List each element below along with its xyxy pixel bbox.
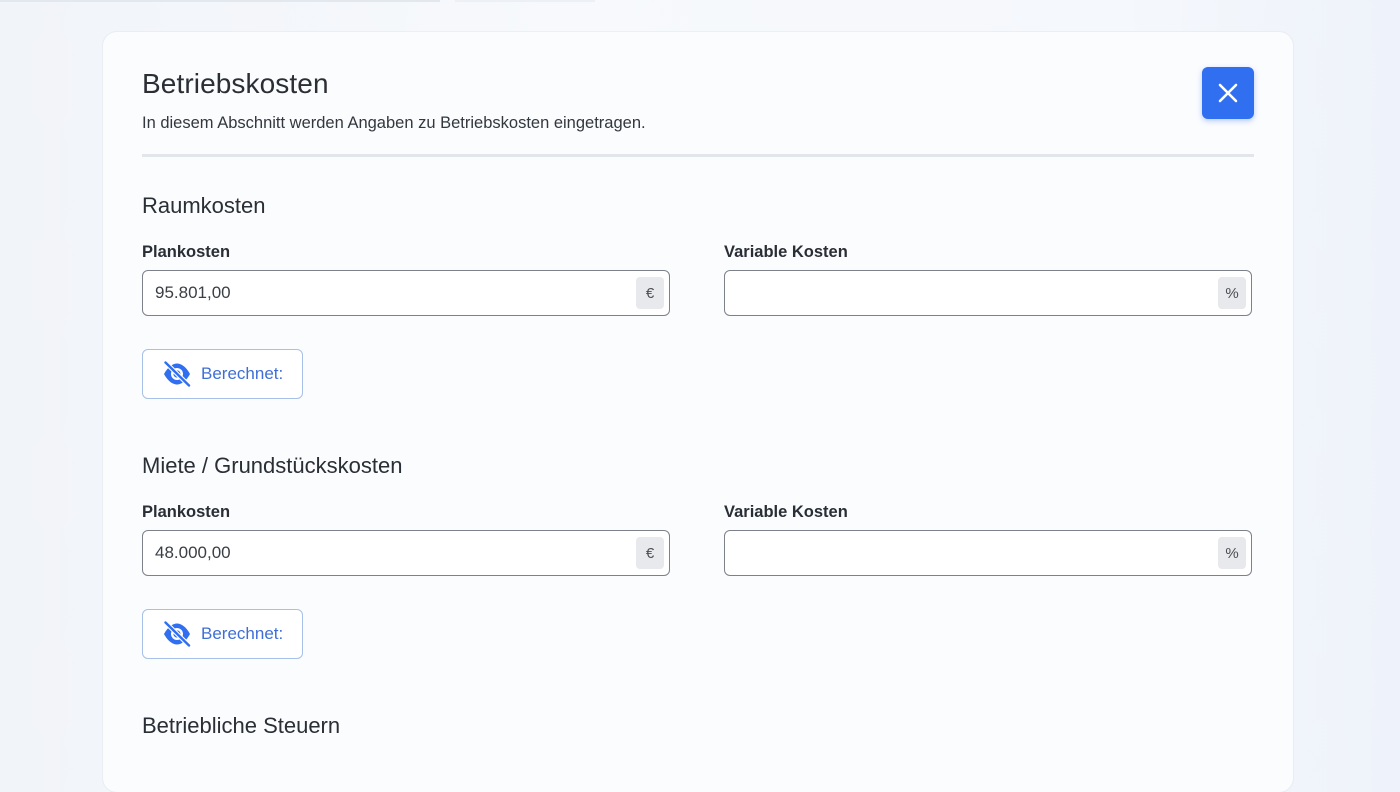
percent-unit-badge: % xyxy=(1218,277,1246,309)
dialog-card: Betriebskosten In diesem Abschnitt werde… xyxy=(103,32,1293,792)
header-divider xyxy=(142,154,1254,157)
dialog-subtitle: In diesem Abschnitt werden Angaben zu Be… xyxy=(142,114,646,132)
berechnet-label: Berechnet: xyxy=(201,364,284,383)
percent-unit-badge: % xyxy=(1218,537,1246,569)
plankosten-field: € xyxy=(142,270,670,316)
plankosten-label: Plankosten xyxy=(142,503,231,521)
variable-kosten-label: Variable Kosten xyxy=(724,243,848,261)
variable-kosten-input[interactable] xyxy=(725,531,1205,575)
section-title-miete: Miete / Grundstückskosten xyxy=(142,453,403,478)
berechnet-toggle-button[interactable]: Berechnet: xyxy=(142,609,303,659)
plankosten-label: Plankosten xyxy=(142,243,231,261)
euro-unit-badge: € xyxy=(636,277,664,309)
dialog-title: Betriebskosten xyxy=(142,68,329,99)
section-title-raumkosten: Raumkosten xyxy=(142,193,266,218)
berechnet-label: Berechnet: xyxy=(201,624,284,643)
variable-kosten-field: % xyxy=(724,530,1252,576)
top-edge-line xyxy=(0,0,440,2)
plankosten-input[interactable] xyxy=(143,531,623,575)
plankosten-input[interactable] xyxy=(143,271,623,315)
berechnet-toggle-button[interactable]: Berechnet: xyxy=(142,349,303,399)
section-title-betriebliche-steuern: Betriebliche Steuern xyxy=(142,713,341,738)
variable-kosten-input[interactable] xyxy=(725,271,1205,315)
variable-kosten-label: Variable Kosten xyxy=(724,503,848,521)
plankosten-field: € xyxy=(142,530,670,576)
eye-off-icon xyxy=(163,621,192,647)
variable-kosten-field: % xyxy=(724,270,1252,316)
eye-off-icon xyxy=(163,361,192,387)
close-button[interactable] xyxy=(1202,67,1254,119)
euro-unit-badge: € xyxy=(636,537,664,569)
close-icon xyxy=(1218,83,1238,103)
top-edge-line-secondary xyxy=(455,0,595,2)
